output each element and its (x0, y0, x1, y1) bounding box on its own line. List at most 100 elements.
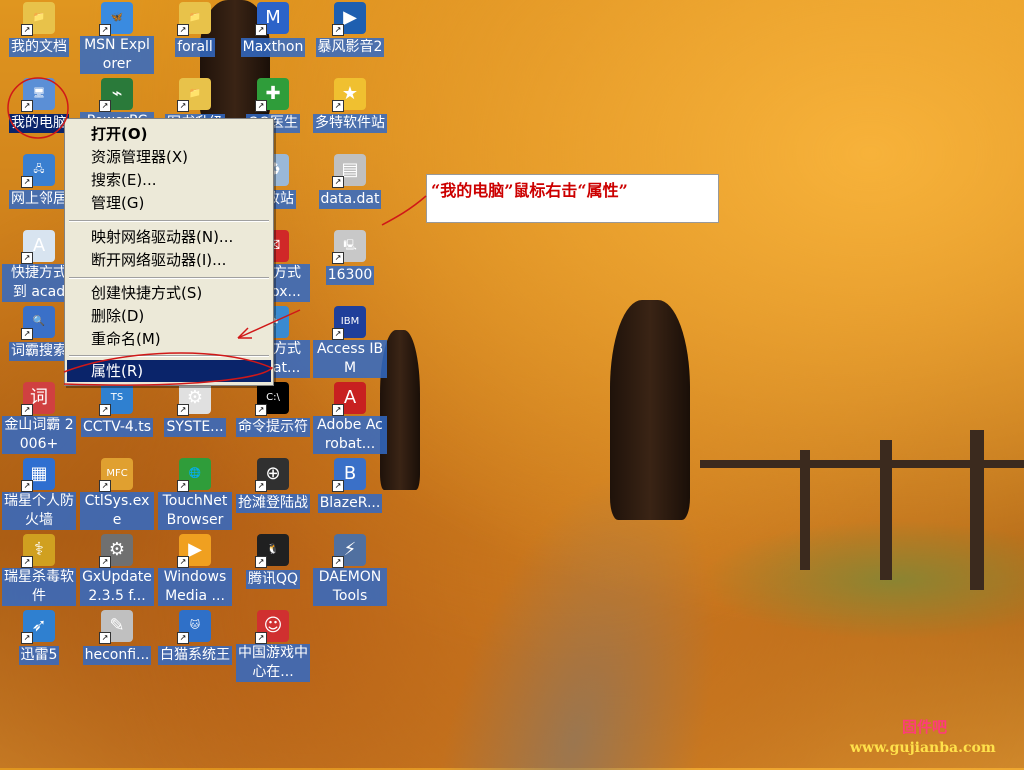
desktop-icon-label: MSN Explorer (80, 36, 154, 74)
desktop-icon-label: TouchNet Browser (158, 492, 232, 530)
shortcut-arrow-icon: ↗ (177, 556, 189, 568)
desktop-icon-label: 我的文档 (9, 38, 69, 57)
folder-icon: 📁 ↗ (177, 78, 211, 112)
shortcut-arrow-icon: ↗ (99, 480, 111, 492)
desktop-icon[interactable]: 🦋 ↗ MSN Explorer (80, 2, 154, 74)
desktop-icon[interactable]: ⚙ ↗ GxUpdate 2.3.5 f... (80, 534, 154, 606)
shortcut-arrow-icon: ↗ (332, 556, 344, 568)
shortcut-arrow-icon: ↗ (332, 404, 344, 416)
desktop-icon[interactable]: 📁 ↗ forall (158, 2, 232, 57)
desktop-icon[interactable]: ⚕ ↗ 瑞星杀毒软件 (2, 534, 76, 606)
desktop-icon-label: 命令提示符 (236, 418, 310, 437)
desktop-icon[interactable]: M ↗ Maxthon (236, 2, 310, 57)
network-places-icon: 🖧 ↗ (21, 154, 55, 188)
menu-separator (69, 277, 269, 279)
shortcut-arrow-icon: ↗ (255, 632, 267, 644)
thunder-icon: ➶ ↗ (21, 610, 55, 644)
shortcut-arrow-icon: ↗ (99, 632, 111, 644)
menu-item-open[interactable]: 打开(O) (67, 123, 271, 145)
desktop-icon[interactable]: ⊕ ↗ 抢滩登陆战 (236, 458, 310, 513)
menu-item-map-drive[interactable]: 映射网络驱动器(N)... (67, 226, 271, 248)
maxthon-browser-icon: M ↗ (255, 2, 289, 36)
fence-post (800, 450, 810, 570)
shortcut-arrow-icon: ↗ (177, 100, 189, 112)
desktop-icon[interactable]: ▶ ↗ 暴风影音2 (313, 2, 387, 57)
white-cat-icon: 🐱 ↗ (177, 610, 211, 644)
desktop-icon-label: CCTV-4.ts (80, 418, 154, 437)
desktop-icon-label: 暴风影音2 (315, 38, 385, 57)
desktop-icon[interactable]: ▦ ↗ 瑞星个人防火墙 (2, 458, 76, 530)
daemon-tools-icon: ⚡ ↗ (332, 534, 366, 568)
fence-post (970, 430, 984, 590)
command-prompt-icon: C:\ ↗ (255, 382, 289, 416)
shortcut-arrow-icon: ↗ (255, 480, 267, 492)
desktop-icon[interactable]: ★ ↗ 多特软件站 (313, 78, 387, 133)
desktop-icon-label: 网上邻居 (9, 190, 69, 209)
desktop-icon-label: 瑞星杀毒软件 (2, 568, 76, 606)
my-computer-icon: 🖥 ↗ (21, 78, 55, 112)
desktop-icon[interactable]: ✎ ↗ heconfi... (80, 610, 154, 665)
menu-separator (69, 355, 269, 357)
shortcut-arrow-icon: ↗ (177, 632, 189, 644)
desktop-icon[interactable]: ⚙ ↗ SYSTE... (158, 382, 232, 437)
desktop-icon[interactable]: MFC ↗ CtlSys.exe (80, 458, 154, 530)
shortcut-arrow-icon: ↗ (21, 24, 33, 36)
desktop-icon[interactable]: 🐱 ↗ 白猫系统王 (158, 610, 232, 665)
desktop-icon[interactable]: 🐧 ↗ 腾讯QQ (236, 534, 310, 589)
update-gear-icon: ⚙ ↗ (99, 534, 133, 568)
tree-trunk (610, 300, 690, 520)
menu-item-rename[interactable]: 重命名(M) (67, 328, 271, 350)
firewall-icon: ▦ ↗ (21, 458, 55, 492)
config-icon: ✎ ↗ (99, 610, 133, 644)
watermark-url: www.gujianba.com (850, 740, 996, 756)
annotation-callout: “我的电脑”鼠标右击“属性” (426, 174, 719, 223)
context-menu: 打开(O) 资源管理器(X) 搜索(E)... 管理(G) 映射网络驱动器(N)… (64, 118, 274, 386)
shortcut-arrow-icon: ↗ (21, 176, 33, 188)
desktop-icon[interactable]: 🖳 ↗ 16300 (313, 230, 387, 285)
desktop-icon-label: Maxthon (240, 38, 306, 57)
qq-penguin-icon: 🐧 ↗ (255, 534, 289, 568)
menu-item-search[interactable]: 搜索(E)... (67, 169, 271, 191)
desktop-icon[interactable]: IBM ↗ Access IBM (313, 306, 387, 378)
desktop-icon[interactable]: A ↗ Adobe Acrobat... (313, 382, 387, 454)
desktop-icon[interactable]: ⚡ ↗ DAEMON Tools (313, 534, 387, 606)
shortcut-arrow-icon: ↗ (99, 100, 111, 112)
menu-item-explorer[interactable]: 资源管理器(X) (67, 146, 271, 168)
desktop-icon[interactable]: ➶ ↗ 迅雷5 (2, 610, 76, 665)
magnifier-icon: 🔍 ↗ (21, 306, 55, 340)
desktop-icon[interactable]: B ↗ BlazeR... (313, 458, 387, 513)
shortcut-arrow-icon: ↗ (177, 480, 189, 492)
desktop-icon-label: 词霸搜索 (9, 342, 69, 361)
shortcut-arrow-icon: ↗ (255, 24, 267, 36)
windows-media-icon: ▶ ↗ (177, 534, 211, 568)
desktop-icon-label: 腾讯QQ (245, 570, 301, 589)
menu-item-create-shortcut[interactable]: 创建快捷方式(S) (67, 282, 271, 304)
download-site-icon: ★ ↗ (332, 78, 366, 112)
menu-item-delete[interactable]: 删除(D) (67, 305, 271, 327)
shortcut-arrow-icon: ↗ (255, 556, 267, 568)
msn-butterfly-icon: 🦋 ↗ (99, 2, 133, 36)
desktop-icon[interactable]: 📁 ↗ 我的文档 (2, 2, 76, 57)
desktop-icon-label: data.dat (318, 190, 382, 209)
desktop-icon-label: GxUpdate 2.3.5 f... (80, 568, 154, 606)
desktop-icon[interactable]: TS ↗ CCTV-4.ts (80, 382, 154, 437)
shortcut-arrow-icon: ↗ (99, 556, 111, 568)
desktop-icon[interactable]: 词 ↗ 金山词霸 2006+ (2, 382, 76, 454)
shortcut-arrow-icon: ↗ (177, 404, 189, 416)
desktop-icon[interactable]: C:\ ↗ 命令提示符 (236, 382, 310, 437)
desktop-icon[interactable]: ▶ ↗ Windows Media ... (158, 534, 232, 606)
desktop-icon[interactable]: ▤ ↗ data.dat (313, 154, 387, 209)
menu-item-properties[interactable]: 属性(R) (67, 360, 271, 382)
data-file-icon: ▤ ↗ (332, 154, 366, 188)
menu-item-disconnect-drive[interactable]: 断开网络驱动器(I)... (67, 249, 271, 271)
desktop-icon[interactable]: 🌐 ↗ TouchNet Browser (158, 458, 232, 530)
shortcut-arrow-icon: ↗ (99, 404, 111, 416)
shortcut-arrow-icon: ↗ (21, 252, 33, 264)
desktop-icon-label: 抢滩登陆战 (236, 494, 310, 513)
ibm-logo-icon: IBM ↗ (332, 306, 366, 340)
shortcut-arrow-icon: ↗ (332, 100, 344, 112)
menu-item-manage[interactable]: 管理(G) (67, 192, 271, 214)
shortcut-arrow-icon: ↗ (21, 556, 33, 568)
desktop-icon[interactable]: ☺ ↗ 中国游戏中心在... (236, 610, 310, 682)
shortcut-arrow-icon: ↗ (99, 24, 111, 36)
